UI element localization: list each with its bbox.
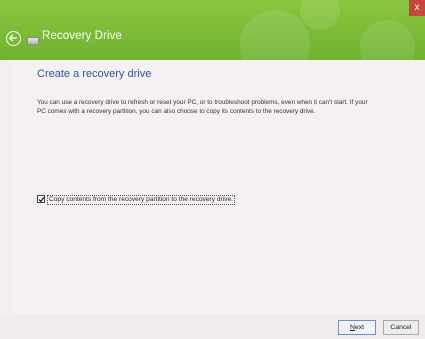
close-icon: x [414,2,420,13]
next-button-label: ext [354,324,364,331]
title-bar-decoration [300,0,340,30]
back-arrow-icon [9,34,18,42]
next-button[interactable]: Next [338,320,376,335]
cancel-button[interactable]: Cancel [383,320,419,335]
title-bar-decoration [360,20,415,60]
page-heading: Create a recovery drive [37,68,152,80]
drive-icon [27,37,39,45]
recovery-drive-window: x Recovery Drive Create a recovery drive… [0,0,425,339]
close-button[interactable]: x [409,0,425,16]
copy-partition-checkbox[interactable] [37,195,45,203]
window-title: Recovery Drive [42,30,123,42]
description-text: You can use a recovery drive to refresh … [37,99,368,115]
title-bar: x Recovery Drive [0,0,425,60]
title-bar-decoration [240,10,310,60]
copy-partition-label[interactable]: Copy contents from the recovery partitio… [47,195,235,205]
back-button[interactable] [6,31,21,46]
checkmark-icon [38,197,45,203]
